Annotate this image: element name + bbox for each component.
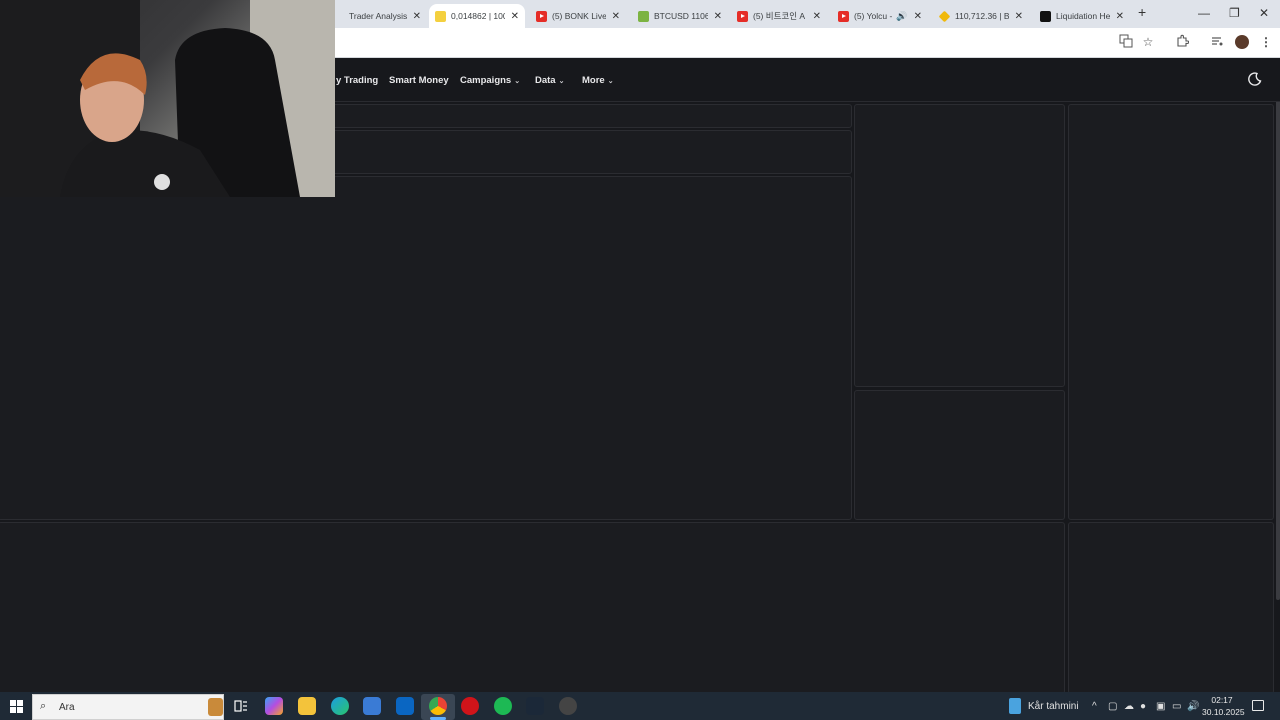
tab-title: (5) Yolcu - <box>854 11 893 21</box>
speaker-icon[interactable]: 🔊 <box>896 11 907 22</box>
panel-side-bottom <box>854 390 1065 520</box>
tab-title: (5) 비트코인 A <box>753 11 806 21</box>
binance-icon <box>938 10 951 22</box>
chevron-down-icon: ⌄ <box>514 78 521 85</box>
outlook-icon[interactable] <box>396 697 414 715</box>
edge-icon[interactable] <box>331 697 349 715</box>
chevron-up-icon[interactable]: ^ <box>1092 701 1097 712</box>
browser-tab[interactable]: (5) 비트코인 A ✕ <box>731 4 827 28</box>
panel-right <box>1068 104 1274 520</box>
weather-label[interactable]: Kår tahmini <box>1028 701 1079 712</box>
window-close-button[interactable]: ✕ <box>1259 6 1269 20</box>
panel-side-top <box>854 104 1065 387</box>
chevron-down-icon: ⌄ <box>558 78 565 85</box>
profile-avatar[interactable] <box>1234 34 1250 50</box>
notifications-icon[interactable] <box>1252 700 1264 711</box>
search-input: Ara <box>59 702 75 713</box>
media-control-icon[interactable] <box>1209 34 1225 50</box>
close-icon[interactable]: ✕ <box>914 11 922 22</box>
store-icon[interactable] <box>363 697 381 715</box>
browser-tab[interactable]: Trader Analysis ✕ <box>343 4 427 28</box>
network-icon[interactable]: ▭ <box>1172 701 1181 712</box>
coin-favicon-icon <box>435 10 446 22</box>
nav-item-smart-money[interactable]: Smart Money <box>389 75 449 86</box>
minimize-button[interactable]: — <box>1198 6 1210 20</box>
maximize-button[interactable]: ❐ <box>1229 6 1240 20</box>
search-highlight-icon <box>208 698 223 716</box>
copilot-icon[interactable] <box>265 697 283 715</box>
nav-label: y Trading <box>336 75 379 86</box>
browser-tab[interactable]: (5) Yolcu - 🔊 ✕ <box>832 4 928 28</box>
browser-tab-active[interactable]: 0,014862 | 100 ✕ <box>429 4 525 28</box>
browser-tab[interactable]: Liquidation He ✕ <box>1034 4 1130 28</box>
nav-item-more[interactable]: More ⌄ <box>582 75 614 86</box>
youtube-icon <box>838 10 849 22</box>
close-icon[interactable]: ✕ <box>1116 11 1124 22</box>
microphone-icon[interactable]: ● <box>1140 701 1146 712</box>
task-view-icon[interactable] <box>232 697 250 715</box>
tab-title: (5) BONK Live <box>552 11 606 21</box>
moon-icon[interactable] <box>1248 72 1262 86</box>
close-icon[interactable]: ✕ <box>1015 11 1023 22</box>
browser-tab[interactable]: 110,712.36 | BT ✕ <box>933 4 1029 28</box>
chrome-icon[interactable] <box>429 697 447 715</box>
tab-title: BTCUSD 11069 <box>654 11 708 21</box>
nav-item-copy-trading[interactable]: y Trading <box>336 75 378 86</box>
page-scrollbar[interactable] <box>1276 60 1280 600</box>
nav-label: More <box>582 75 605 86</box>
youtube-icon <box>737 10 748 22</box>
tab-title: Trader Analysis <box>349 11 407 21</box>
steam-icon[interactable] <box>526 697 544 715</box>
nav-label: Smart Money <box>389 75 449 86</box>
tab-title: Liquidation He <box>1056 11 1110 21</box>
nav-label: Data <box>535 75 556 86</box>
taskbar-search-box[interactable]: ⌕ Ara <box>32 694 224 720</box>
close-icon[interactable]: ✕ <box>612 11 620 22</box>
spotify-icon[interactable] <box>494 697 512 715</box>
webcam-scene <box>0 0 335 197</box>
extensions-icon[interactable] <box>1174 34 1190 50</box>
search-icon: ⌕ <box>40 700 47 712</box>
cloud-icon[interactable]: ☁ <box>1124 701 1134 712</box>
panel-main-chart <box>0 176 852 520</box>
clock-date: 30.10.2025 <box>1202 707 1245 717</box>
browser-tab[interactable]: (5) BONK Live ✕ <box>530 4 626 28</box>
chevron-down-icon: ⌄ <box>607 78 614 85</box>
opera-icon[interactable] <box>461 697 479 715</box>
clock-time: 02:17 <box>1211 695 1233 705</box>
close-icon[interactable]: ✕ <box>511 11 519 22</box>
browser-menu-icon[interactable]: ⋮ <box>1258 34 1274 50</box>
new-tab-button[interactable]: + <box>1138 4 1146 20</box>
volume-icon[interactable]: 🔊 <box>1187 701 1199 712</box>
translate-icon[interactable] <box>1118 34 1134 50</box>
panel-bottom-right <box>1068 522 1274 694</box>
panel-bottom-wide <box>0 522 1065 694</box>
browser-tab[interactable]: BTCUSD 11069 ✕ <box>632 4 728 28</box>
nav-item-data[interactable]: Data ⌄ <box>535 75 564 86</box>
weather-icon[interactable] <box>1009 698 1021 714</box>
tab-title: 0,014862 | 100 <box>451 11 505 21</box>
clock[interactable]: 02:17 30.10.2025 <box>1202 695 1245 717</box>
close-icon[interactable]: ✕ <box>714 11 722 22</box>
tradingview-icon <box>638 10 649 22</box>
file-explorer-icon[interactable] <box>298 697 316 715</box>
display-icon[interactable]: ▣ <box>1156 701 1165 712</box>
webcam-overlay <box>0 0 335 197</box>
tray-icon[interactable]: ▢ <box>1108 701 1117 712</box>
bookmark-star-icon[interactable]: ☆ <box>1140 34 1156 50</box>
panel-header <box>330 130 852 174</box>
close-icon[interactable]: ✕ <box>413 11 421 22</box>
tab-title: 110,712.36 | BT <box>955 11 1009 21</box>
close-icon[interactable]: ✕ <box>813 11 821 22</box>
start-button[interactable] <box>10 700 23 713</box>
nav-label: Campaigns <box>460 75 512 86</box>
app-icon[interactable] <box>559 697 577 715</box>
panel-top-strip <box>330 104 852 128</box>
youtube-icon <box>536 10 547 22</box>
coinglass-icon <box>1040 10 1051 22</box>
nav-item-campaigns[interactable]: Campaigns ⌄ <box>460 75 520 86</box>
